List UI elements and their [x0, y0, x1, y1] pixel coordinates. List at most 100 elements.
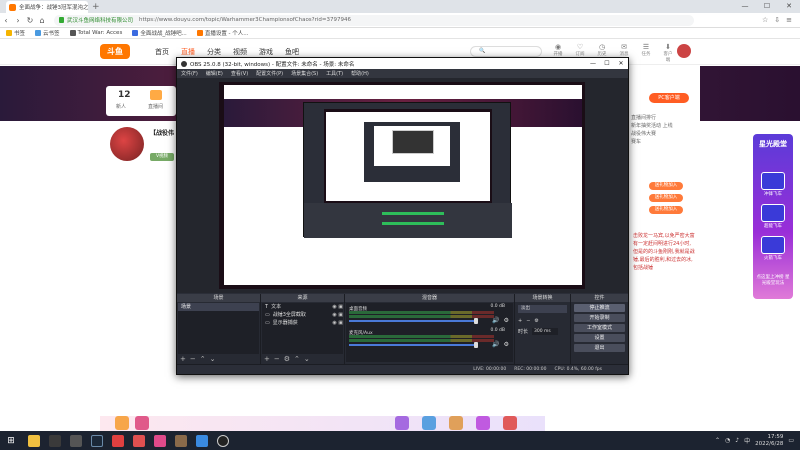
app-icon[interactable] — [112, 434, 124, 447]
bookmark-item[interactable]: Total War: Acces — [69, 30, 122, 36]
windows-start-icon[interactable]: ⊞ — [0, 436, 22, 446]
speaker-icon[interactable]: 🔊 — [492, 341, 499, 348]
back-icon[interactable]: ‹ — [0, 16, 12, 25]
volume-fader[interactable] — [349, 320, 477, 322]
visibility-eye-icon[interactable]: ◉ ▣ — [332, 311, 343, 319]
gear-icon[interactable]: ⚙ — [504, 341, 509, 348]
speaker-icon[interactable]: 🔊 — [492, 317, 499, 324]
move-up-icon[interactable]: ⌃ — [294, 355, 300, 363]
maximize-button[interactable]: ☐ — [756, 0, 778, 13]
obs-taskbar-icon[interactable] — [217, 434, 229, 447]
list-item[interactable]: 直播间排行 — [631, 114, 695, 122]
gift-item-icon[interactable] — [395, 416, 409, 430]
user-avatar[interactable] — [677, 44, 691, 58]
scene-item[interactable]: 场景 — [178, 303, 259, 311]
volume-fader[interactable] — [349, 344, 477, 346]
minimize-button[interactable]: — — [734, 0, 756, 13]
obs-close-button[interactable]: ✕ — [614, 60, 628, 67]
menu-help[interactable]: 帮助(H) — [351, 70, 369, 77]
nav-game[interactable]: 游戏 — [259, 47, 273, 57]
move-up-icon[interactable]: ⌃ — [200, 355, 206, 363]
close-button[interactable]: ✕ — [778, 0, 800, 13]
gift-item-icon[interactable] — [503, 416, 517, 430]
nav-yuba[interactable]: 鱼吧 — [285, 47, 299, 57]
home-icon[interactable]: ⌂ — [36, 16, 48, 25]
list-item[interactable]: 战役伟大赛 — [631, 130, 695, 138]
promo-panel[interactable]: 星光殿堂 冲锋飞车 超能飞车 火箭飞车 点这里上冲榜 星光殿堂玩法 — [753, 134, 793, 299]
remove-scene-icon[interactable]: − — [190, 355, 196, 363]
app-icon[interactable] — [175, 434, 187, 447]
list-item[interactable]: 赛车 — [631, 138, 695, 146]
obs-preview[interactable] — [219, 82, 585, 289]
fader-handle[interactable] — [474, 342, 478, 348]
notification-icon[interactable]: ▭ — [788, 437, 794, 444]
menu-scene-collection[interactable]: 场景集合(S) — [291, 70, 318, 77]
task-icon[interactable]: ☰ 任务 — [640, 43, 652, 63]
video-tag[interactable]: V视频 — [150, 153, 174, 161]
client-icon[interactable]: ⬇ 客户端 — [662, 43, 674, 63]
app-icon[interactable] — [70, 434, 82, 447]
reload-icon[interactable]: ↻ — [24, 16, 36, 25]
clock[interactable]: 17:59 2022/6/28 — [755, 434, 783, 448]
menu-file[interactable]: 文件(F) — [181, 70, 198, 77]
nav-live[interactable]: 直播 — [181, 47, 195, 57]
new-tab-icon[interactable]: + — [92, 1, 100, 13]
menu-icon[interactable]: ≡ — [786, 16, 792, 24]
tray-arrow-icon[interactable]: ⌃ — [715, 437, 720, 444]
nav-video[interactable]: 视频 — [233, 47, 247, 57]
gift-item-icon[interactable] — [135, 416, 149, 430]
settings-button[interactable]: 设置 — [574, 334, 625, 342]
nav-home[interactable]: 首页 — [155, 47, 169, 57]
browser-tab[interactable]: 全面战争：战锤3冠军混沌之 × — [6, 1, 88, 13]
move-down-icon[interactable]: ⌄ — [304, 355, 310, 363]
bookmark-item[interactable]: 书签 — [6, 29, 25, 37]
gift-item-icon[interactable] — [115, 416, 129, 430]
app-icon[interactable] — [49, 434, 61, 447]
streamer-avatar[interactable] — [110, 127, 144, 161]
add-transition-icon[interactable]: + — [518, 318, 522, 324]
ime-icon[interactable]: 中 — [744, 436, 750, 445]
add-source-icon[interactable]: + — [264, 355, 270, 363]
browser-taskbar-icon[interactable] — [196, 434, 208, 447]
bookmark-item[interactable]: 直播设置 - 个人... — [196, 29, 249, 37]
source-item[interactable]: ▭ 显示器捕获 ◉ ▣ — [262, 319, 343, 327]
gear-icon[interactable]: ⚙ — [504, 317, 509, 324]
folder-icon[interactable] — [28, 434, 40, 447]
stat-card[interactable]: 12 新人 直播间 — [106, 86, 176, 116]
app-icon[interactable] — [133, 434, 145, 447]
exit-button[interactable]: 退出 — [574, 344, 625, 352]
pc-client-button[interactable]: PC客户端 — [649, 93, 689, 103]
obs-maximize-button[interactable]: ☐ — [600, 60, 614, 67]
steam-icon[interactable] — [91, 434, 103, 447]
app-icon[interactable] — [154, 434, 166, 447]
duration-input[interactable]: 300 ms — [532, 328, 559, 335]
source-item[interactable]: T 文本 ◉ ▣ — [262, 303, 343, 311]
menu-edit[interactable]: 编辑(E) — [206, 70, 223, 77]
visibility-eye-icon[interactable]: ◉ ▣ — [332, 319, 343, 327]
move-down-icon[interactable]: ⌄ — [210, 355, 216, 363]
remove-transition-icon[interactable]: − — [526, 318, 530, 324]
obs-minimize-button[interactable]: — — [586, 60, 600, 67]
join-pill-button[interactable]: 送礼物加入 — [649, 194, 683, 202]
gear-icon[interactable]: ⚙ — [534, 318, 538, 324]
list-item[interactable]: 新年抽奖活动 上线 — [631, 122, 695, 130]
transition-select[interactable]: 淡出 — [518, 305, 567, 313]
bookmark-item[interactable]: 全面战战_战锤吧... — [132, 29, 187, 37]
bookmark-item[interactable]: 云书签 — [35, 29, 60, 37]
download-icon[interactable]: ⇩ — [774, 16, 780, 24]
gear-icon[interactable]: ⚙ — [284, 355, 290, 363]
menu-tools[interactable]: 工具(T) — [326, 70, 343, 77]
nav-category[interactable]: 分类 — [207, 47, 221, 57]
gift-item-icon[interactable] — [422, 416, 436, 430]
douyu-logo[interactable]: 斗鱼 — [100, 44, 130, 59]
join-pill-button[interactable]: 送礼物加入 — [649, 182, 683, 190]
gift-item-icon[interactable] — [449, 416, 463, 430]
menu-profile[interactable]: 配置文件(P) — [256, 70, 283, 77]
star-icon[interactable]: ☆ — [762, 16, 768, 24]
forward-icon[interactable]: › — [12, 16, 24, 25]
start-recording-button[interactable]: 开始录制 — [574, 314, 625, 322]
gift-item-icon[interactable] — [476, 416, 490, 430]
remove-source-icon[interactable]: − — [274, 355, 280, 363]
studio-mode-button[interactable]: 工作室模式 — [574, 324, 625, 332]
volume-icon[interactable]: ♪ — [735, 437, 739, 444]
